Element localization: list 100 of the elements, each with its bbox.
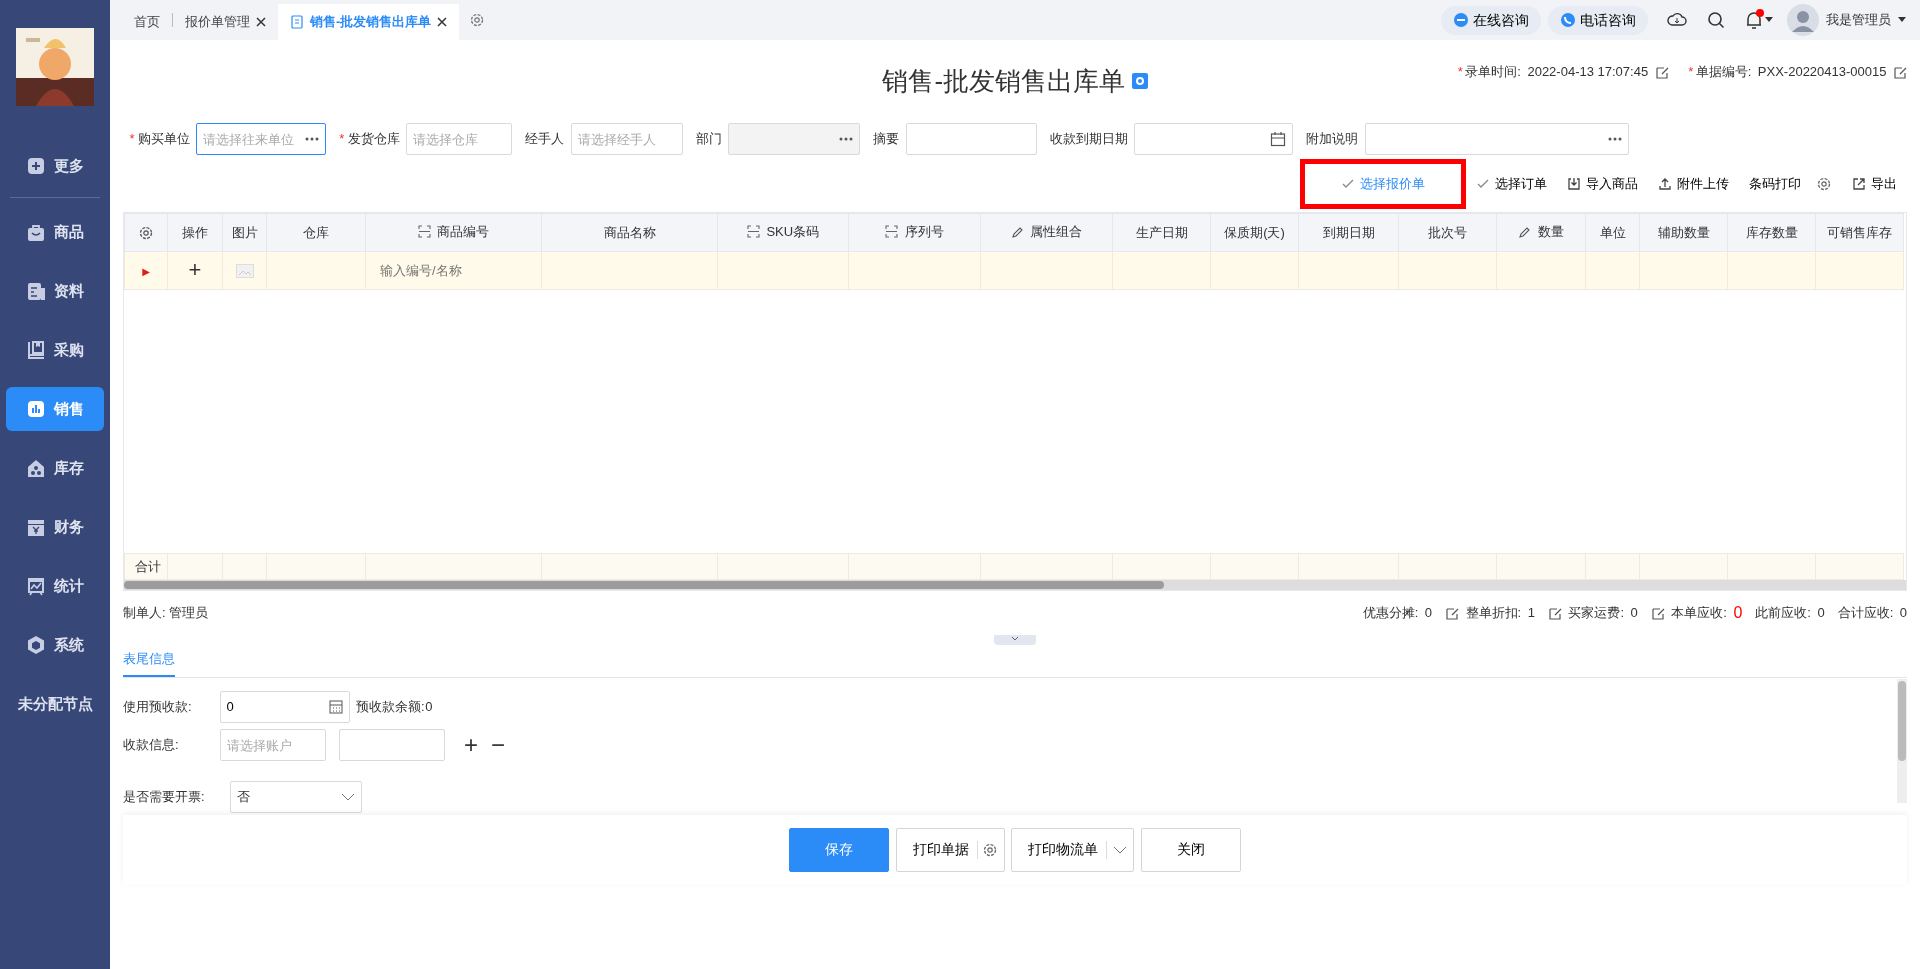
field-label: 是否需要开票: [123, 787, 206, 806]
wallet-icon [26, 517, 46, 537]
sidebar-item[interactable]: 更多 [6, 144, 104, 188]
add-button[interactable]: + [464, 733, 478, 757]
field-label: 收款到期日期 [1049, 130, 1128, 149]
collapse-handle[interactable] [994, 635, 1036, 645]
sidebar-item[interactable]: 商品 [6, 210, 104, 254]
sidebar-item[interactable]: 未分配节点 [6, 682, 104, 726]
settings-icon [1816, 176, 1832, 192]
settings-icon[interactable] [138, 225, 154, 242]
required-mark: * [1457, 63, 1463, 81]
caret-icon[interactable] [1897, 16, 1907, 24]
toolbar-button[interactable]: 导出 [1842, 174, 1907, 194]
field-label: 使用预收款: [123, 697, 193, 716]
field-label: 收款信息: [123, 736, 180, 755]
summary-label: 此前应收: [1755, 604, 1811, 623]
sidebar-item[interactable]: 统计 [6, 564, 104, 608]
column-header: 辅助数量 [1657, 223, 1710, 242]
summary-label: 合计应收: [1837, 604, 1894, 623]
sidebar-item[interactable]: 库存 [6, 446, 104, 490]
caret-icon[interactable] [1764, 16, 1774, 24]
upload-icon [1658, 177, 1672, 191]
consult-button[interactable]: 在线咨询 [1441, 5, 1541, 35]
column-header: 仓库 [303, 223, 329, 242]
input-field[interactable]: 请选择往来单位 [196, 123, 327, 155]
sidebar-item[interactable]: 采购 [6, 328, 104, 372]
settings-icon[interactable] [469, 12, 486, 28]
search-icon[interactable] [1706, 11, 1725, 29]
calendar-icon[interactable] [1270, 131, 1287, 147]
close-icon[interactable] [256, 17, 266, 27]
toolbar-button[interactable]: 附件上传 [1648, 174, 1739, 194]
edit-icon[interactable] [1650, 606, 1665, 620]
field-value: 2022-04-13 17:07:45 [1527, 63, 1649, 81]
settings-icon[interactable] [1131, 73, 1148, 89]
scrollbar[interactable] [124, 580, 1906, 590]
action-button[interactable]: 打印单据 [895, 827, 1005, 872]
field-label: 附加说明 [1306, 130, 1359, 149]
toolbar-button[interactable]: 导入商品 [1557, 174, 1648, 194]
add-row-button[interactable]: + [188, 256, 202, 282]
tab[interactable]: 表尾信息 [123, 643, 175, 677]
product-input[interactable]: 输入编号/名称 [378, 259, 528, 282]
document-icon [26, 281, 46, 301]
phone-icon [1559, 12, 1576, 28]
edit-icon[interactable] [1654, 64, 1669, 79]
column-header: 数量 [1518, 221, 1564, 242]
close-icon[interactable] [437, 17, 448, 27]
required-mark: * [339, 130, 345, 149]
bag-icon [26, 222, 46, 242]
summary-value: 0 [1817, 604, 1825, 623]
edit-icon[interactable] [1445, 606, 1460, 620]
sidebar-item[interactable]: 系统 [6, 623, 104, 667]
more-icon[interactable] [1607, 137, 1622, 141]
calculator-icon[interactable] [328, 699, 343, 714]
toolbar-button[interactable]: 选择订单 [1466, 174, 1557, 194]
summary-value: 0 [1630, 604, 1638, 623]
user-name[interactable]: 我是管理员 [1825, 10, 1891, 30]
image-placeholder-icon [235, 264, 254, 279]
table-cell[interactable]: 输入编号/名称 [365, 251, 542, 290]
scrollbar[interactable] [1897, 678, 1907, 803]
summary-value: 0 [1424, 604, 1433, 623]
field-label: 制单人: [123, 604, 166, 623]
action-button[interactable]: 关闭 [1140, 827, 1241, 872]
more-icon[interactable] [305, 137, 320, 141]
column-header: 可销售库存 [1827, 223, 1892, 242]
row-marker: ▶ [142, 265, 150, 277]
column-header: 商品名称 [603, 223, 656, 242]
sidebar-item[interactable]: 财务 [6, 505, 104, 549]
avatar-icon[interactable] [1787, 4, 1819, 36]
more-icon[interactable] [839, 137, 854, 141]
toolbar-button[interactable]: 条码打印 [1739, 174, 1842, 194]
summary-label: 整单折扣: [1465, 604, 1522, 623]
book-icon [26, 340, 46, 360]
remove-button[interactable]: − [491, 733, 506, 757]
select-field[interactable]: 否 [229, 780, 362, 813]
tab[interactable]: 报价单管理 [173, 4, 278, 40]
tab[interactable]: 首页 [122, 4, 172, 40]
field-value: 0 [425, 697, 433, 716]
summary-value: 0 [1899, 604, 1907, 623]
toolbar-button[interactable]: 选择报价单 [1300, 159, 1466, 209]
hexagon-icon [26, 635, 46, 655]
sidebar-item[interactable]: 资料 [6, 269, 104, 313]
column-header: 操作 [182, 223, 208, 242]
field-value: PXX-20220413-00015 [1757, 63, 1887, 81]
field-label: 预收款余额: [356, 697, 425, 716]
input-field[interactable]: 0 [219, 690, 350, 723]
field-label: 录单时间: [1465, 63, 1521, 81]
page-title: 销售-批发销售出库单 [882, 64, 1126, 98]
cloud-icon[interactable] [1667, 12, 1687, 28]
summary-value: 0 [1733, 603, 1743, 623]
column-header: 到期日期 [1322, 223, 1375, 242]
bell-icon[interactable] [1744, 10, 1764, 30]
chat-icon [1453, 12, 1469, 28]
scan-icon [746, 224, 760, 238]
action-button[interactable]: 打印物流单 [1011, 827, 1135, 872]
edit-icon[interactable] [1547, 606, 1562, 620]
required-mark: * [1688, 63, 1694, 81]
field-label: 经手人 [525, 130, 565, 149]
consult-button[interactable]: 电话咨询 [1547, 5, 1648, 35]
edit-icon[interactable] [1893, 64, 1907, 79]
plus-square-icon [26, 156, 46, 176]
